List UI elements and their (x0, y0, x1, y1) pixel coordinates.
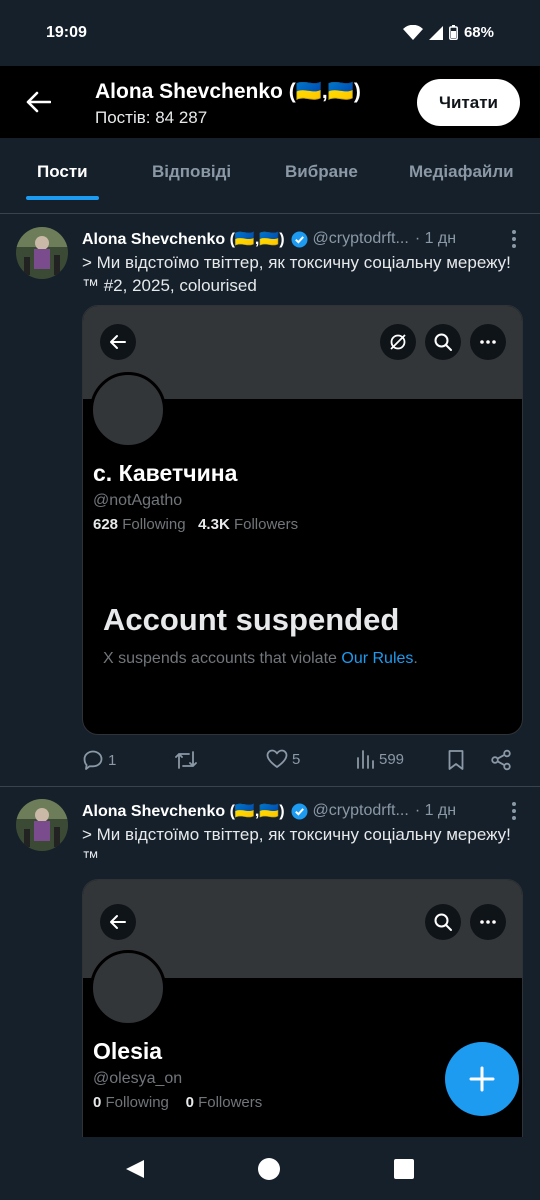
tweet-header: Alona Shevchenko (🇺🇦,🇺🇦) @cryptodrft... … (82, 801, 456, 821)
arrow-left-icon (26, 91, 51, 113)
followers-count: 4.3K (198, 516, 230, 533)
more-options-icon[interactable] (508, 229, 520, 249)
retweet-icon (175, 751, 197, 769)
view-count: 599 (379, 750, 405, 768)
following-label: Following (105, 1094, 169, 1111)
bookmark-icon (448, 750, 464, 770)
tweet-image-card[interactable]: Olesia @olesya_on 0 Following 0 Follower… (82, 879, 523, 1149)
tweet-text: > Ми відстоїмо твіттер, як токсичну соці… (82, 825, 511, 867)
home-circle-icon (258, 1158, 280, 1180)
follow-button[interactable]: Читати (417, 79, 520, 126)
arrow-left-icon (110, 915, 126, 929)
back-button[interactable] (18, 82, 58, 122)
followers-label: Followers (233, 516, 299, 533)
profile-name: Alona Shevchenko (🇺🇦,🇺🇦) (95, 80, 361, 103)
verified-badge-icon (291, 803, 308, 820)
tweet-image-card[interactable]: с. Каветчина @notAgatho 628 Following 4.… (82, 305, 523, 735)
battery-icon (449, 25, 458, 40)
reply-icon (83, 750, 103, 770)
share-icon (491, 749, 511, 771)
post-count: Постів: 84 287 (95, 108, 208, 127)
tweet-header: Alona Shevchenko (🇺🇦,🇺🇦) @cryptodrft... … (82, 229, 456, 249)
tweet-text: > Ми відстоїмо твіттер, як токсичну соці… (82, 253, 511, 295)
our-rules-link: Our Rules (341, 650, 414, 667)
card-follow-stats: 0 Following 0 Followers (93, 1094, 262, 1111)
status-bar: 19:09 68% (0, 0, 540, 66)
card-display-name: Olesia (93, 1038, 163, 1064)
status-icons: 68% (402, 24, 494, 41)
card-profile-picture (90, 950, 166, 1026)
suspended-end: . (413, 650, 418, 667)
back-triangle-icon (126, 1160, 144, 1178)
arrow-left-icon (110, 335, 126, 349)
like-count: 5 (292, 750, 301, 768)
status-time: 19:09 (46, 24, 87, 41)
avatar-image (16, 227, 68, 279)
avatar[interactable] (16, 799, 68, 851)
card-more-icon (470, 324, 506, 360)
active-tab-indicator (26, 196, 99, 200)
card-profile-picture (90, 372, 166, 448)
card-more-icon (470, 904, 506, 940)
card-handle: @notAgatho (93, 492, 183, 509)
nav-recents-button[interactable] (390, 1155, 418, 1183)
card-handle: @olesya_on (93, 1070, 183, 1087)
signal-icon (428, 25, 443, 40)
share-button[interactable] (490, 749, 512, 771)
followers-count: 0 (185, 1094, 194, 1111)
suspended-text: X suspends accounts that violate (103, 650, 337, 667)
bookmark-button[interactable] (447, 749, 465, 771)
recents-square-icon (394, 1159, 414, 1179)
views-button[interactable]: 599 (355, 749, 404, 769)
card-search-icon (425, 904, 461, 940)
card-display-name: с. Каветчина (93, 460, 238, 486)
tweet-time[interactable]: · 1 дн (415, 230, 456, 248)
tweet-author-name[interactable]: Alona Shevchenko (🇺🇦,🇺🇦) (82, 801, 285, 821)
battery-percent: 68% (463, 24, 494, 41)
nav-back-button[interactable] (121, 1155, 149, 1183)
tweet-author-handle[interactable]: @cryptodrft... (313, 802, 409, 820)
profile-header: Alona Shevchenko (🇺🇦,🇺🇦) Постів: 84 287 … (0, 66, 540, 138)
tab-highlights[interactable]: Вибране (285, 162, 358, 182)
suspended-title: Account suspended (103, 602, 400, 637)
compose-button[interactable] (445, 1042, 519, 1116)
card-search-icon (425, 324, 461, 360)
following-count: 628 (93, 516, 119, 533)
tweet-actions: 1 5 599 (82, 749, 522, 779)
tweet-author-handle[interactable]: @cryptodrft... (313, 230, 409, 248)
tab-media[interactable]: Медіафайли (409, 162, 514, 182)
tweet-time[interactable]: · 1 дн (415, 802, 456, 820)
nav-home-button[interactable] (255, 1155, 283, 1183)
card-follow-stats: 628 Following 4.3K Followers (93, 516, 298, 533)
more-options-icon[interactable] (508, 801, 520, 821)
plus-icon (469, 1066, 495, 1092)
card-unfollow-icon (380, 324, 416, 360)
retweet-button[interactable] (174, 749, 198, 771)
views-icon (357, 750, 374, 769)
profile-tabs: Пости Відповіді Вибране Медіафайли (0, 138, 540, 214)
tab-posts[interactable]: Пости (37, 162, 88, 182)
card-back-button (100, 904, 136, 940)
tweet[interactable]: Alona Shevchenko (🇺🇦,🇺🇦) @cryptodrft... … (0, 215, 540, 785)
suspended-message: X suspends accounts that violate Our Rul… (103, 650, 418, 668)
like-button[interactable]: 5 (266, 749, 300, 769)
following-label: Following (122, 516, 186, 533)
system-nav-bar (0, 1137, 540, 1200)
card-back-button (100, 324, 136, 360)
verified-badge-icon (291, 231, 308, 248)
avatar-image (16, 799, 68, 851)
tweet-author-name[interactable]: Alona Shevchenko (🇺🇦,🇺🇦) (82, 229, 285, 249)
avatar[interactable] (16, 227, 68, 279)
tab-replies[interactable]: Відповіді (152, 162, 231, 182)
reply-count: 1 (108, 751, 117, 769)
followers-label: Followers (198, 1094, 263, 1111)
heart-icon (266, 749, 288, 768)
following-count: 0 (93, 1094, 102, 1111)
reply-button[interactable]: 1 (82, 749, 116, 771)
wifi-icon (402, 25, 423, 40)
